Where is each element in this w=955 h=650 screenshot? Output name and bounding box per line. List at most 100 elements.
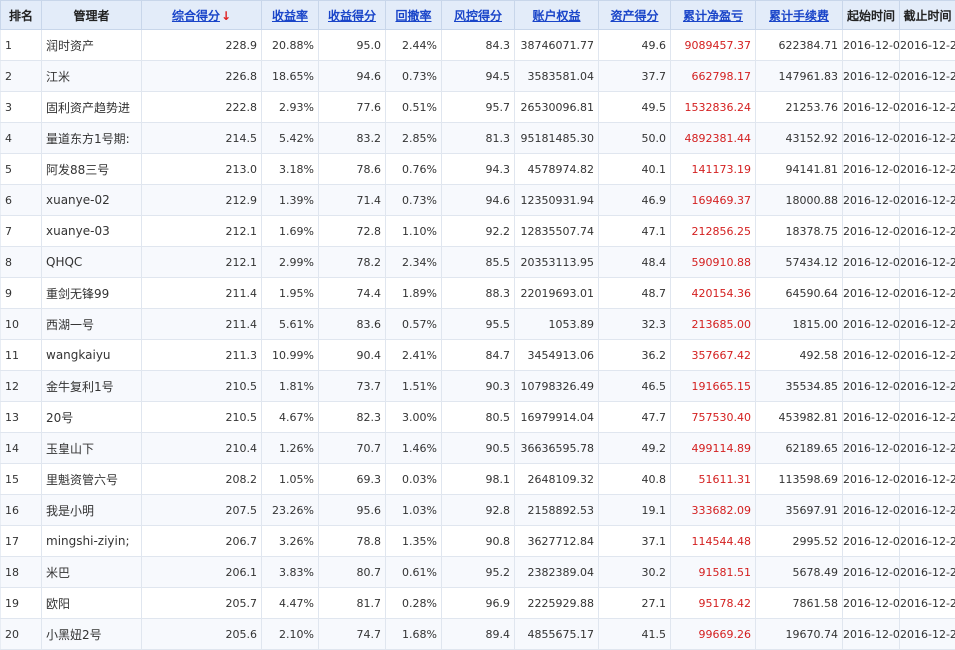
cell-drawdown-rate: 0.51% xyxy=(386,92,442,123)
table-row: 19欧阳205.74.47%81.70.28%96.92225929.8827.… xyxy=(1,588,955,619)
column-header-cum-fees[interactable]: 累计手续费 xyxy=(756,1,843,30)
cell-return-score: 72.8 xyxy=(319,216,386,247)
column-header-label: 排名 xyxy=(9,9,33,23)
column-header-label[interactable]: 综合得分 xyxy=(172,9,220,23)
cell-cum-fees: 492.58 xyxy=(756,340,843,371)
column-header-risk-score[interactable]: 风控得分 xyxy=(442,1,515,30)
cell-drawdown-rate: 0.28% xyxy=(386,588,442,619)
cell-asset-score: 36.2 xyxy=(599,340,671,371)
cell-start-date: 2016-12-01 xyxy=(843,495,900,526)
column-header-label[interactable]: 资产得分 xyxy=(610,9,658,23)
column-header-start-date: 起始时间 xyxy=(843,1,900,30)
cell-risk-score: 90.3 xyxy=(442,371,515,402)
cell-end-date: 2016-12-23 xyxy=(900,278,955,309)
cell-risk-score: 88.3 xyxy=(442,278,515,309)
cell-return-rate: 2.10% xyxy=(262,619,319,650)
cell-return-score: 77.6 xyxy=(319,92,386,123)
cell-rank: 9 xyxy=(1,278,42,309)
cell-return-rate: 1.69% xyxy=(262,216,319,247)
cell-return-rate: 4.67% xyxy=(262,402,319,433)
cell-rank: 11 xyxy=(1,340,42,371)
cell-total-score: 222.8 xyxy=(142,92,262,123)
cell-return-score: 71.4 xyxy=(319,185,386,216)
cell-rank: 13 xyxy=(1,402,42,433)
cell-total-score: 226.8 xyxy=(142,61,262,92)
cell-rank: 8 xyxy=(1,247,42,278)
column-header-cum-net-pnl[interactable]: 累计净盈亏 xyxy=(671,1,756,30)
cell-end-date: 2016-12-23 xyxy=(900,216,955,247)
cell-risk-score: 90.8 xyxy=(442,526,515,557)
cell-account-equity: 3583581.04 xyxy=(515,61,599,92)
cell-manager: 阿发88三号 xyxy=(42,154,142,185)
cell-account-equity: 3627712.84 xyxy=(515,526,599,557)
header-row: 排名管理者综合得分↓收益率收益得分回撤率风控得分账户权益资产得分累计净盈亏累计手… xyxy=(1,1,955,30)
cell-drawdown-rate: 1.51% xyxy=(386,371,442,402)
cell-drawdown-rate: 0.73% xyxy=(386,185,442,216)
column-header-total-score[interactable]: 综合得分↓ xyxy=(142,1,262,30)
cell-total-score: 228.9 xyxy=(142,30,262,61)
table-row: 14玉皇山下210.41.26%70.71.46%90.536636595.78… xyxy=(1,433,955,464)
cell-drawdown-rate: 3.00% xyxy=(386,402,442,433)
cell-cum-net-pnl: 95178.42 xyxy=(671,588,756,619)
cell-rank: 16 xyxy=(1,495,42,526)
cell-cum-fees: 5678.49 xyxy=(756,557,843,588)
cell-asset-score: 30.2 xyxy=(599,557,671,588)
column-header-label[interactable]: 收益得分 xyxy=(328,9,376,23)
column-header-label[interactable]: 账户权益 xyxy=(532,9,580,23)
column-header-return-score[interactable]: 收益得分 xyxy=(319,1,386,30)
cell-risk-score: 92.2 xyxy=(442,216,515,247)
cell-cum-net-pnl: 99669.26 xyxy=(671,619,756,650)
cell-rank: 17 xyxy=(1,526,42,557)
cell-total-score: 212.9 xyxy=(142,185,262,216)
column-header-label[interactable]: 收益率 xyxy=(272,9,308,23)
cell-drawdown-rate: 2.34% xyxy=(386,247,442,278)
cell-return-score: 78.8 xyxy=(319,526,386,557)
cell-manager: wangkaiyu xyxy=(42,340,142,371)
cell-start-date: 2016-12-01 xyxy=(843,247,900,278)
cell-cum-fees: 94141.81 xyxy=(756,154,843,185)
cell-drawdown-rate: 2.85% xyxy=(386,123,442,154)
cell-cum-fees: 1815.00 xyxy=(756,309,843,340)
cell-manager: 玉皇山下 xyxy=(42,433,142,464)
cell-manager: mingshi-ziyin; xyxy=(42,526,142,557)
cell-rank: 3 xyxy=(1,92,42,123)
cell-account-equity: 12835507.74 xyxy=(515,216,599,247)
cell-manager: 里魁资管六号 xyxy=(42,464,142,495)
column-header-label[interactable]: 累计净盈亏 xyxy=(683,9,743,23)
column-header-drawdown-rate[interactable]: 回撤率 xyxy=(386,1,442,30)
cell-account-equity: 2225929.88 xyxy=(515,588,599,619)
cell-start-date: 2016-12-01 xyxy=(843,123,900,154)
column-header-account-equity[interactable]: 账户权益 xyxy=(515,1,599,30)
cell-cum-fees: 622384.71 xyxy=(756,30,843,61)
cell-cum-net-pnl: 91581.51 xyxy=(671,557,756,588)
column-header-label[interactable]: 风控得分 xyxy=(454,9,502,23)
cell-total-score: 210.4 xyxy=(142,433,262,464)
table-row: 9重剑无锋99211.41.95%74.41.89%88.322019693.0… xyxy=(1,278,955,309)
cell-total-score: 206.7 xyxy=(142,526,262,557)
cell-cum-fees: 43152.92 xyxy=(756,123,843,154)
cell-asset-score: 47.1 xyxy=(599,216,671,247)
cell-total-score: 210.5 xyxy=(142,402,262,433)
cell-total-score: 206.1 xyxy=(142,557,262,588)
cell-cum-fees: 147961.83 xyxy=(756,61,843,92)
column-header-label[interactable]: 累计手续费 xyxy=(769,9,829,23)
cell-return-score: 80.7 xyxy=(319,557,386,588)
column-header-return-rate[interactable]: 收益率 xyxy=(262,1,319,30)
cell-rank: 15 xyxy=(1,464,42,495)
cell-manager: 欧阳 xyxy=(42,588,142,619)
cell-return-score: 70.7 xyxy=(319,433,386,464)
cell-drawdown-rate: 2.41% xyxy=(386,340,442,371)
cell-cum-net-pnl: 420154.36 xyxy=(671,278,756,309)
cell-account-equity: 26530096.81 xyxy=(515,92,599,123)
cell-start-date: 2016-12-01 xyxy=(843,557,900,588)
column-header-label[interactable]: 回撤率 xyxy=(395,9,431,23)
cell-start-date: 2016-12-01 xyxy=(843,92,900,123)
cell-asset-score: 37.7 xyxy=(599,61,671,92)
cell-start-date: 2016-12-01 xyxy=(843,309,900,340)
cell-risk-score: 95.5 xyxy=(442,309,515,340)
cell-cum-net-pnl: 9089457.37 xyxy=(671,30,756,61)
cell-manager: 重剑无锋99 xyxy=(42,278,142,309)
column-header-asset-score[interactable]: 资产得分 xyxy=(599,1,671,30)
cell-manager: 小黑妞2号 xyxy=(42,619,142,650)
cell-asset-score: 32.3 xyxy=(599,309,671,340)
